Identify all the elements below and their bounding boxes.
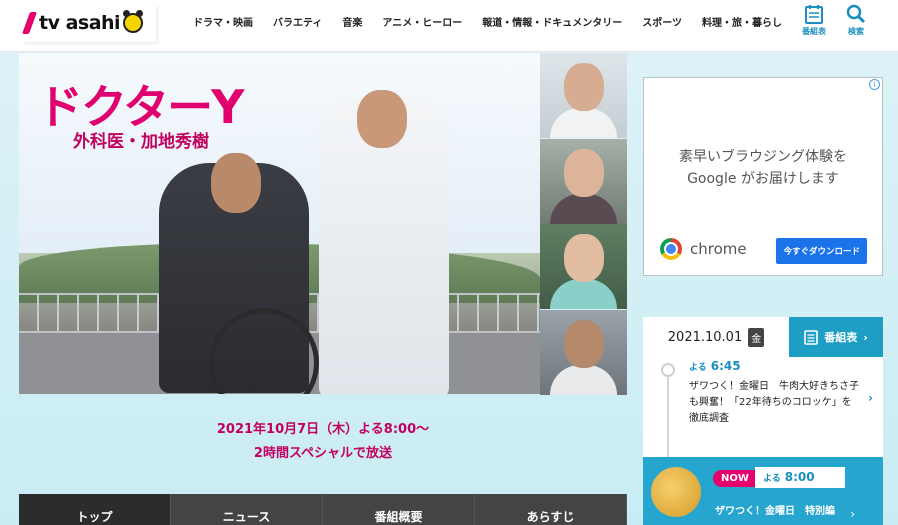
- schedule-header-button[interactable]: 番組表: [799, 4, 829, 40]
- chevron-right-icon: ›: [863, 330, 868, 344]
- cast-photo[interactable]: [540, 53, 627, 138]
- chevron-right-icon: ›: [850, 507, 855, 521]
- schedule-header-label: 番組表: [802, 27, 826, 36]
- program-list: よる 6:45 ザワつく！金曜日 牛肉大好きちさ子も興奮！「22年待ちのコロッケ」…: [643, 357, 883, 457]
- cast-column: [540, 53, 627, 395]
- schedule-date: 2021.10.01 金: [643, 317, 789, 357]
- nav-item-sports[interactable]: スポーツ: [642, 14, 682, 29]
- schedule-header: 2021.10.01 金 番組表 ›: [643, 317, 883, 357]
- nav-item-drama[interactable]: ドラマ・映画: [193, 14, 253, 29]
- site-header: tv asahi ドラマ・映画 バラエティ 音楽 アニメ・ヒーロー 報道・情報・…: [0, 0, 898, 52]
- search-icon: [846, 4, 866, 24]
- tab-story[interactable]: あらすじ: [475, 494, 627, 525]
- now-time: よる 8:00: [755, 467, 845, 488]
- logo-slash-icon: [21, 12, 38, 34]
- program-tabs: トップ ニュース 番組概要 あらすじ: [19, 494, 627, 525]
- cast-photo[interactable]: [540, 309, 627, 395]
- chrome-icon: [660, 238, 682, 260]
- mascot-icon: [123, 10, 144, 33]
- chrome-brand: chrome: [660, 238, 747, 260]
- timeline-dot: [661, 363, 675, 377]
- ad-info-icon[interactable]: i: [869, 79, 880, 90]
- ad-line-1: 素早いブラウジング体験を: [679, 149, 847, 165]
- broadcast-note: 2時間スペシャルで放送: [253, 446, 393, 461]
- schedule-widget: 2021.10.01 金 番組表 › よる 6:45 ザワつく！金曜日 牛肉大好き…: [643, 317, 883, 525]
- search-header-button[interactable]: 検索: [841, 4, 871, 40]
- logo-text: tv asahi: [39, 12, 121, 34]
- ad-copy: 素早いブラウジング体験を Google がお届けします: [644, 146, 882, 190]
- tab-overview[interactable]: 番組概要: [323, 494, 475, 525]
- chevron-right-icon[interactable]: ›: [868, 391, 873, 405]
- timeline-line: [667, 365, 669, 457]
- download-button[interactable]: 今すぐダウンロード: [776, 238, 867, 264]
- program-time: よる 6:45: [689, 359, 741, 373]
- calendar-icon: [804, 330, 819, 345]
- now-badge: NOW: [713, 470, 757, 487]
- schedule-date-text: 2021.10.01: [667, 329, 743, 345]
- cast-photo[interactable]: [540, 224, 627, 309]
- search-header-label: 検索: [848, 27, 864, 36]
- chrome-wordmark: chrome: [690, 240, 747, 258]
- broadcast-date: 2021年10月7日（木）よる8:00〜: [216, 422, 430, 437]
- tab-top[interactable]: トップ: [19, 494, 171, 525]
- now-title: ザワつく！金曜日 特別編: [715, 506, 835, 517]
- broadcast-info: 2021年10月7日（木）よる8:00〜 2時間スペシャルで放送: [19, 418, 627, 466]
- ad-line-2: Google がお届けします: [687, 171, 839, 187]
- show-subtitle: 外科医・加地秀樹: [73, 132, 209, 152]
- tv-asahi-logo[interactable]: tv asahi: [21, 4, 156, 42]
- weekday-badge: 金: [748, 327, 765, 347]
- calendar-icon: [805, 5, 823, 24]
- cast-photo[interactable]: [540, 138, 627, 224]
- program-item[interactable]: よる 6:45 ザワつく！金曜日 牛肉大好きちさ子も興奮！「22年待ちのコロッケ」…: [689, 359, 859, 427]
- nav-item-news[interactable]: 報道・情報・ドキュメンタリー: [482, 14, 622, 29]
- tab-news[interactable]: ニュース: [171, 494, 323, 525]
- nav-item-lifestyle[interactable]: 料理・旅・暮らし: [702, 14, 782, 29]
- program-thumbnail: [651, 467, 701, 517]
- schedule-button-label: 番組表: [824, 331, 858, 344]
- global-nav: ドラマ・映画 バラエティ 音楽 アニメ・ヒーロー 報道・情報・ドキュメンタリー …: [193, 0, 802, 42]
- nav-item-anime[interactable]: アニメ・ヒーロー: [382, 14, 462, 29]
- hero-figure-doctor: [319, 90, 449, 394]
- now-on-air-item[interactable]: NOW よる 8:00 ザワつく！金曜日 特別編 ›: [643, 457, 883, 525]
- nav-item-variety[interactable]: バラエティ: [273, 14, 322, 29]
- hero-key-visual[interactable]: ドクターY 外科医・加地秀樹: [19, 53, 540, 394]
- program-title: ザワつく！金曜日 牛肉大好きちさ子も興奮！「22年待ちのコロッケ」を徹底調査: [689, 381, 859, 424]
- schedule-button[interactable]: 番組表 ›: [789, 317, 883, 357]
- chrome-ad[interactable]: i 素早いブラウジング体験を Google がお届けします chrome 今すぐ…: [643, 77, 883, 276]
- nav-item-music[interactable]: 音楽: [342, 14, 362, 29]
